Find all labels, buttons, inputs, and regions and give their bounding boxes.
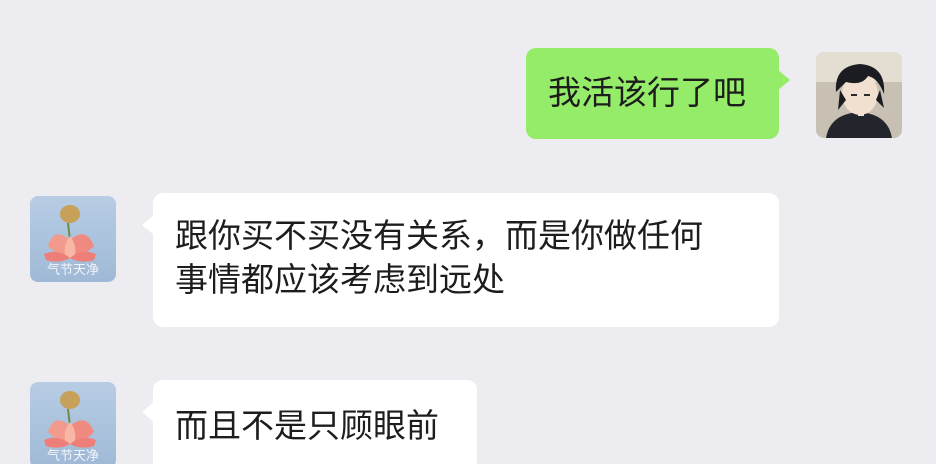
incoming-message-bubble[interactable]: 而且不是只顾眼前 [142,380,477,464]
outgoing-message-bubble[interactable]: 我活该行了吧 [526,48,790,139]
message-text: 而且不是只顾眼前 [175,406,439,445]
incoming-message-bubble[interactable]: 跟你买不买没有关系，而是你做任何 事情都应该考虑到远处 [142,193,779,327]
contact-avatar[interactable]: 气节天净 [30,382,116,464]
message-text-line-1: 跟你买不买没有关系，而是你做任何 [175,216,703,255]
message-text: 我活该行了吧 [548,73,746,112]
user-avatar[interactable] [816,52,902,138]
chat-window: 我活该行了吧 气节天净 跟你买不买没有关系，而是你做任何 事情都应该考虑到远处 … [0,0,936,464]
avatar-caption: 气节天净 [46,449,99,464]
bubble-tail [778,70,790,90]
user-portrait-icon [816,52,902,138]
bubble-tail [142,215,154,235]
contact-avatar[interactable]: 气节天净 [30,196,116,282]
message-text-line-2: 事情都应该考虑到远处 [175,260,505,299]
avatar-caption: 气节天净 [46,263,99,278]
bubble-tail [142,402,154,422]
